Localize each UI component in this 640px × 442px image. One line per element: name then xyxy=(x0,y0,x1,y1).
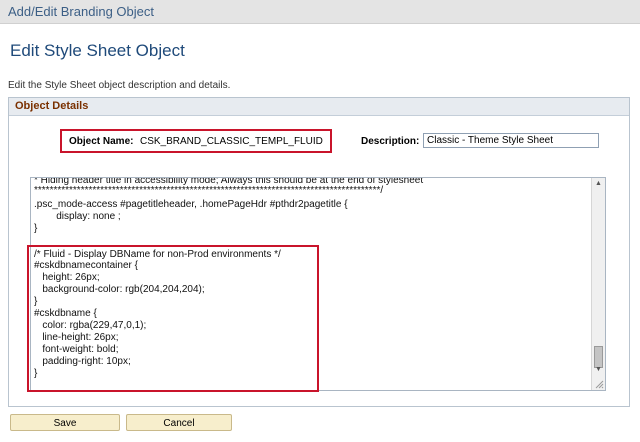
cancel-button[interactable]: Cancel xyxy=(126,414,232,431)
page-description: Edit the Style Sheet object description … xyxy=(8,80,231,91)
description-input[interactable] xyxy=(423,133,599,148)
header-title: Add/Edit Branding Object xyxy=(8,4,154,19)
scroll-down-icon[interactable]: ▼ xyxy=(592,364,605,376)
code-line: ****************************************… xyxy=(34,185,384,196)
page-title: Edit Style Sheet Object xyxy=(10,41,185,60)
code-line: } xyxy=(34,223,38,234)
fluid-css-highlight xyxy=(27,245,319,392)
object-name-value: CSK_BRAND_CLASSIC_TEMPL_FLUID xyxy=(140,136,323,147)
top-bar: Add/Edit Branding Object xyxy=(0,0,640,24)
code-line: .psc_mode-access #pagetitleheader, .home… xyxy=(34,199,348,210)
group-header: Object Details xyxy=(9,98,629,116)
code-line: display: none ; xyxy=(34,211,121,222)
save-button[interactable]: Save xyxy=(10,414,120,431)
group-title: Object Details xyxy=(15,100,89,112)
textarea-scrollbar[interactable]: ▲ ▼ xyxy=(591,178,605,390)
description-label: Description: xyxy=(361,136,420,147)
resize-grip-icon[interactable] xyxy=(595,380,604,389)
scroll-up-icon[interactable]: ▲ xyxy=(592,178,605,190)
object-name-label: Object Name: xyxy=(69,136,134,147)
